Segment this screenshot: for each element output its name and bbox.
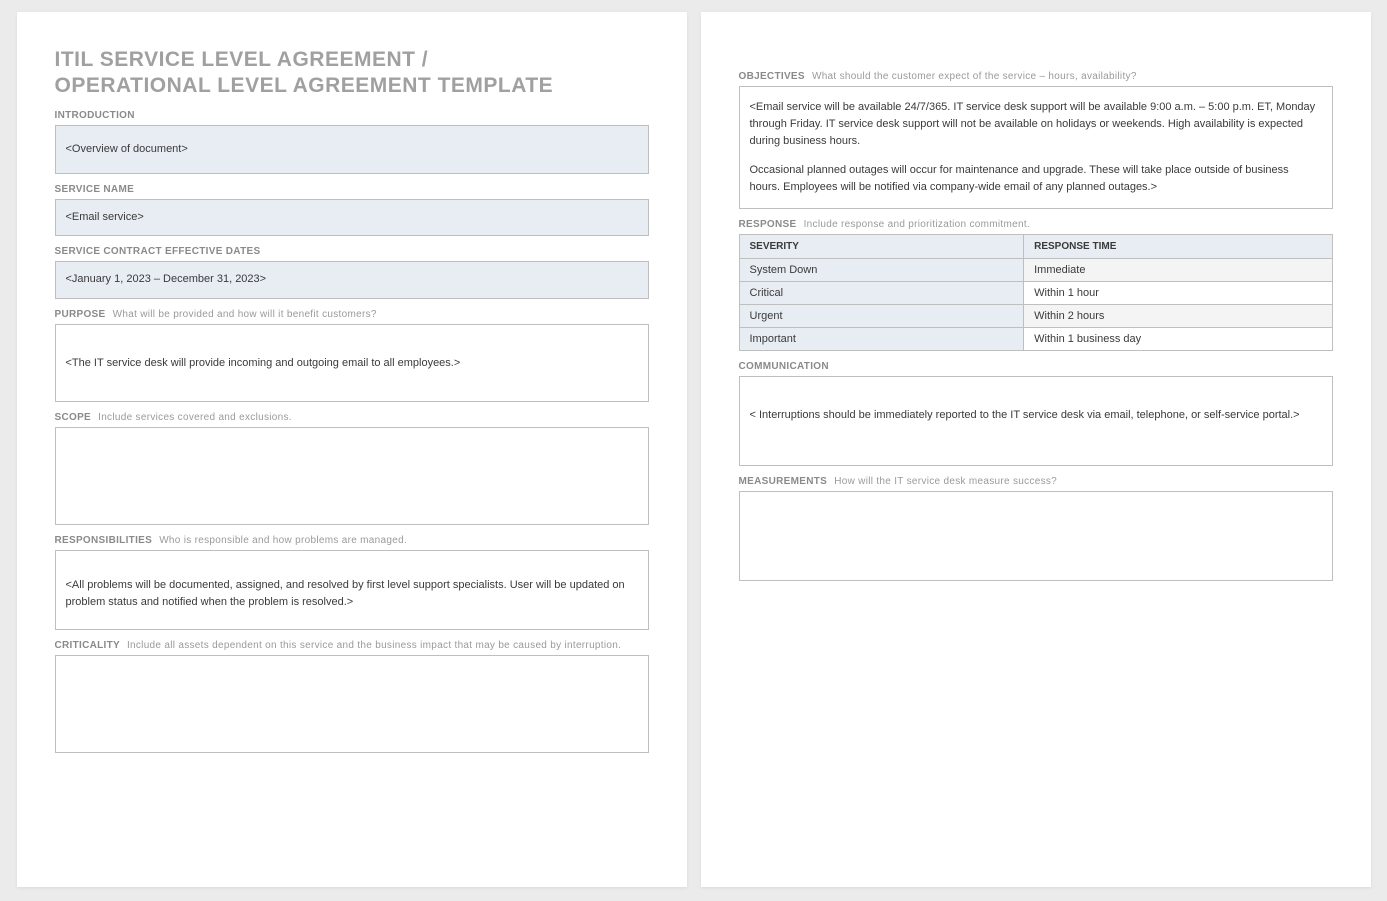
criticality-label: CRITICALITY Include all assets dependent…: [55, 640, 649, 651]
response-time-header: RESPONSE TIME: [1024, 235, 1332, 259]
objectives-p2: Occasional planned outages will occur fo…: [750, 162, 1322, 196]
time-cell[interactable]: Within 1 hour: [1024, 282, 1332, 305]
responsibilities-label: RESPONSIBILITIES Who is responsible and …: [55, 535, 649, 546]
responsibilities-input[interactable]: <All problems will be documented, assign…: [55, 550, 649, 630]
measurements-input[interactable]: [739, 491, 1333, 581]
objectives-label: OBJECTIVES What should the customer expe…: [739, 71, 1333, 82]
objectives-hint: What should the customer expect of the s…: [812, 71, 1137, 82]
scope-input[interactable]: [55, 427, 649, 525]
scope-label: SCOPE Include services covered and exclu…: [55, 412, 649, 423]
severity-cell[interactable]: Urgent: [739, 305, 1024, 328]
response-hint: Include response and prioritization comm…: [804, 219, 1030, 230]
objectives-input[interactable]: <Email service will be available 24/7/36…: [739, 86, 1333, 209]
effective-dates-input[interactable]: <January 1, 2023 – December 31, 2023>: [55, 261, 649, 298]
criticality-hint: Include all assets dependent on this ser…: [127, 640, 621, 651]
objectives-p1: <Email service will be available 24/7/36…: [750, 99, 1322, 150]
communication-input[interactable]: < Interruptions should be immediately re…: [739, 376, 1333, 466]
table-row: Urgent Within 2 hours: [739, 305, 1332, 328]
severity-cell[interactable]: System Down: [739, 259, 1024, 282]
response-table: SEVERITY RESPONSE TIME System Down Immed…: [739, 234, 1333, 351]
response-label: RESPONSE Include response and prioritiza…: [739, 219, 1333, 230]
time-cell[interactable]: Within 2 hours: [1024, 305, 1332, 328]
document-page-1: ITIL SERVICE LEVEL AGREEMENT / OPERATION…: [17, 12, 687, 887]
title-line-1: ITIL SERVICE LEVEL AGREEMENT /: [55, 48, 429, 71]
service-name-input[interactable]: <Email service>: [55, 199, 649, 236]
introduction-label: INTRODUCTION: [55, 110, 649, 121]
severity-header: SEVERITY: [739, 235, 1024, 259]
introduction-input[interactable]: <Overview of document>: [55, 125, 649, 174]
responsibilities-hint: Who is responsible and how problems are …: [159, 535, 407, 546]
severity-cell[interactable]: Critical: [739, 282, 1024, 305]
communication-label: COMMUNICATION: [739, 361, 1333, 372]
time-cell[interactable]: Immediate: [1024, 259, 1332, 282]
scope-hint: Include services covered and exclusions.: [98, 412, 292, 423]
time-cell[interactable]: Within 1 business day: [1024, 328, 1332, 351]
service-name-label: SERVICE NAME: [55, 184, 649, 195]
effective-dates-label: SERVICE CONTRACT EFFECTIVE DATES: [55, 246, 649, 257]
purpose-label: PURPOSE What will be provided and how wi…: [55, 309, 649, 320]
table-row: System Down Immediate: [739, 259, 1332, 282]
measurements-hint: How will the IT service desk measure suc…: [834, 476, 1057, 487]
purpose-input[interactable]: <The IT service desk will provide incomi…: [55, 324, 649, 402]
document-title: ITIL SERVICE LEVEL AGREEMENT / OPERATION…: [55, 47, 649, 100]
measurements-label: MEASUREMENTS How will the IT service des…: [739, 476, 1333, 487]
table-row: Important Within 1 business day: [739, 328, 1332, 351]
criticality-input[interactable]: [55, 655, 649, 753]
title-line-2: OPERATIONAL LEVEL AGREEMENT TEMPLATE: [55, 74, 554, 97]
table-row: Critical Within 1 hour: [739, 282, 1332, 305]
table-header-row: SEVERITY RESPONSE TIME: [739, 235, 1332, 259]
severity-cell[interactable]: Important: [739, 328, 1024, 351]
document-page-2: OBJECTIVES What should the customer expe…: [701, 12, 1371, 887]
purpose-hint: What will be provided and how will it be…: [113, 309, 377, 320]
